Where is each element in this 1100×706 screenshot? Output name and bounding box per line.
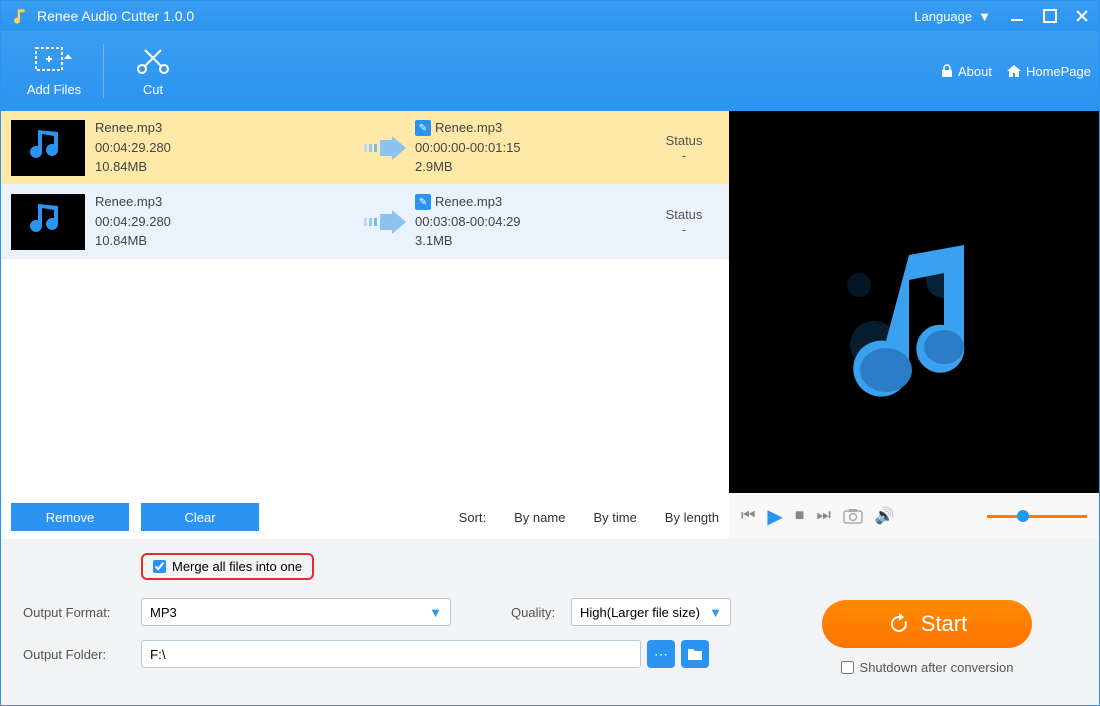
status-label: Status	[649, 133, 719, 148]
snapshot-icon[interactable]	[843, 508, 863, 524]
music-note-icon	[814, 225, 1014, 425]
output-filename: Renee.mp3	[435, 192, 502, 212]
source-size: 10.84MB	[95, 231, 355, 251]
sort-by-time[interactable]: By time	[593, 510, 636, 525]
output-folder-label: Output Folder:	[23, 647, 141, 662]
start-button[interactable]: Start	[822, 600, 1032, 648]
playback-controls: ⏮ ▶ ■ ⏭ 🔊	[729, 493, 1099, 539]
shutdown-checkbox[interactable]	[841, 661, 854, 674]
output-format-value: MP3	[150, 605, 177, 620]
homepage-link[interactable]: HomePage	[1006, 64, 1091, 79]
about-label: About	[958, 64, 992, 79]
output-range: 00:03:08-00:04:29	[415, 212, 649, 232]
shutdown-checkbox-wrap[interactable]: Shutdown after conversion	[841, 660, 1014, 675]
output-format-select[interactable]: MP3 ▼	[141, 598, 451, 626]
output-size: 2.9MB	[415, 157, 649, 177]
start-label: Start	[921, 611, 967, 637]
refresh-icon	[887, 612, 911, 636]
merge-checkbox-wrap[interactable]: Merge all files into one	[141, 553, 314, 580]
arrow-icon	[355, 136, 415, 160]
file-list: Renee.mp3 00:04:29.280 10.84MB ✎ Renee.m…	[1, 111, 729, 495]
add-files-icon	[34, 46, 74, 76]
source-duration: 00:04:29.280	[95, 138, 355, 158]
merge-checkbox[interactable]	[153, 560, 166, 573]
file-thumbnail	[11, 194, 85, 250]
app-logo-icon	[11, 7, 29, 25]
preview-panel: ⏮ ▶ ■ ⏭ 🔊	[729, 111, 1099, 539]
close-icon[interactable]	[1075, 9, 1089, 23]
play-icon[interactable]: ▶	[767, 504, 782, 529]
minimize-icon[interactable]	[1011, 9, 1025, 23]
quality-label: Quality:	[511, 605, 571, 620]
add-files-label: Add Files	[27, 82, 81, 97]
chevron-down-icon: ▼	[709, 605, 722, 620]
sort-by-length[interactable]: By length	[665, 510, 719, 525]
window-controls	[1011, 9, 1089, 23]
browse-button[interactable]: ⋯	[647, 640, 675, 668]
volume-slider[interactable]	[987, 515, 1087, 518]
output-range: 00:00:00-00:01:15	[415, 138, 649, 158]
lock-icon	[940, 64, 954, 78]
source-duration: 00:04:29.280	[95, 212, 355, 232]
source-filename: Renee.mp3	[95, 118, 355, 138]
quality-value: High(Larger file size)	[580, 605, 700, 620]
language-label: Language	[914, 9, 972, 24]
status-label: Status	[649, 207, 719, 222]
toolbar: Add Files Cut About HomePage	[1, 31, 1099, 111]
sort-label: Sort:	[459, 510, 486, 525]
cut-label: Cut	[143, 82, 163, 97]
sort-by-name[interactable]: By name	[514, 510, 565, 525]
chevron-down-icon: ▼	[429, 605, 442, 620]
remove-button[interactable]: Remove	[11, 503, 129, 531]
source-filename: Renee.mp3	[95, 192, 355, 212]
volume-icon[interactable]: 🔊	[875, 506, 895, 526]
status-column: Status -	[649, 207, 719, 237]
output-info: ✎ Renee.mp3 00:03:08-00:04:29 3.1MB	[415, 192, 649, 251]
stop-icon[interactable]: ■	[795, 507, 805, 525]
cut-button[interactable]: Cut	[108, 36, 198, 106]
open-folder-button[interactable]	[681, 640, 709, 668]
scissors-icon	[135, 46, 171, 76]
arrow-icon	[355, 210, 415, 234]
source-info: Renee.mp3 00:04:29.280 10.84MB	[95, 118, 355, 177]
output-info: ✎ Renee.mp3 00:00:00-00:01:15 2.9MB	[415, 118, 649, 177]
chevron-down-icon: ▼	[978, 9, 991, 24]
app-title: Renee Audio Cutter 1.0.0	[37, 8, 914, 24]
edit-icon[interactable]: ✎	[415, 194, 431, 210]
merge-label: Merge all files into one	[172, 559, 302, 574]
status-value: -	[649, 222, 719, 237]
file-row[interactable]: Renee.mp3 00:04:29.280 10.84MB ✎ Renee.m…	[1, 185, 729, 259]
add-files-button[interactable]: Add Files	[9, 36, 99, 106]
output-format-label: Output Format:	[23, 605, 141, 620]
titlebar: Renee Audio Cutter 1.0.0 Language ▼	[1, 1, 1099, 31]
language-dropdown[interactable]: Language ▼	[914, 9, 991, 24]
output-filename: Renee.mp3	[435, 118, 502, 138]
status-value: -	[649, 148, 719, 163]
quality-select[interactable]: High(Larger file size) ▼	[571, 598, 731, 626]
source-info: Renee.mp3 00:04:29.280 10.84MB	[95, 192, 355, 251]
status-column: Status -	[649, 133, 719, 163]
file-thumbnail	[11, 120, 85, 176]
about-link[interactable]: About	[940, 64, 992, 79]
output-size: 3.1MB	[415, 231, 649, 251]
next-track-icon[interactable]: ⏭	[816, 507, 830, 525]
home-icon	[1006, 64, 1022, 78]
file-row[interactable]: Renee.mp3 00:04:29.280 10.84MB ✎ Renee.m…	[1, 111, 729, 185]
homepage-label: HomePage	[1026, 64, 1091, 79]
output-folder-input[interactable]	[141, 640, 641, 668]
toolbar-divider	[103, 44, 104, 98]
source-size: 10.84MB	[95, 157, 355, 177]
prev-track-icon[interactable]: ⏮	[741, 507, 755, 525]
edit-icon[interactable]: ✎	[415, 120, 431, 136]
clear-button[interactable]: Clear	[141, 503, 259, 531]
shutdown-label: Shutdown after conversion	[860, 660, 1014, 675]
maximize-icon[interactable]	[1043, 9, 1057, 23]
